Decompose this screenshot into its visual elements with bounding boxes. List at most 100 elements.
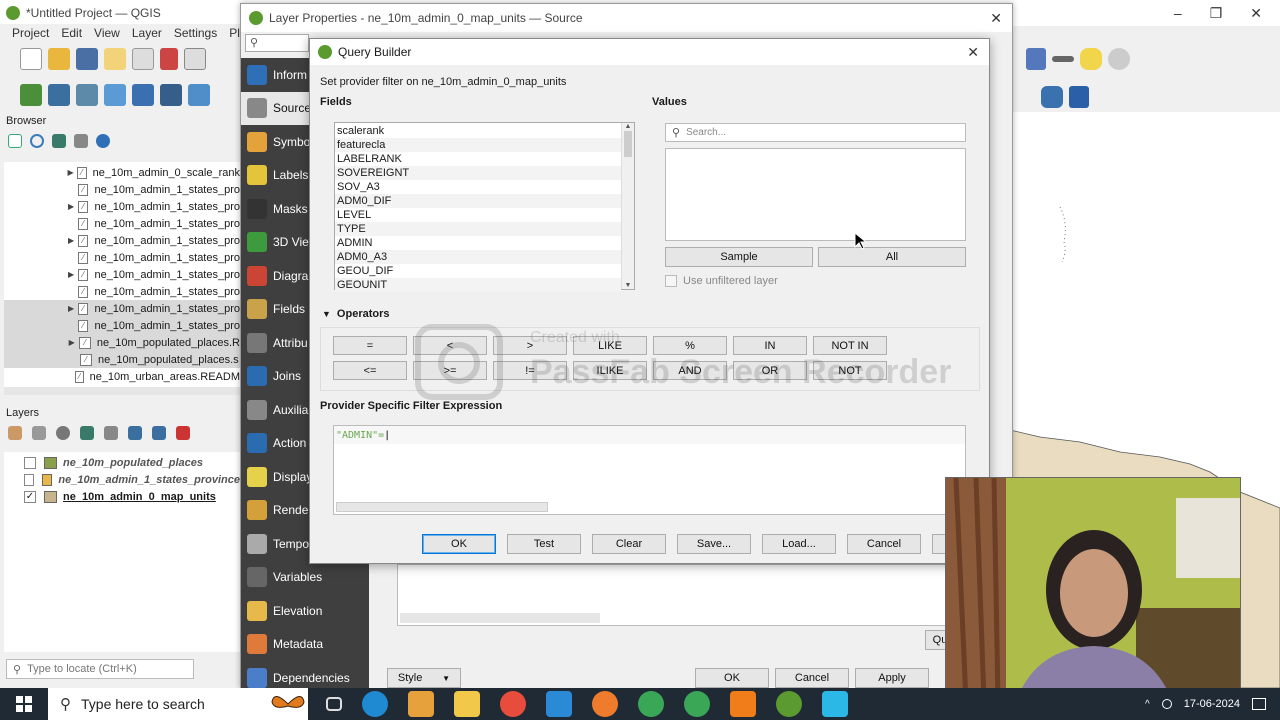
vscode-icon[interactable] <box>546 691 572 717</box>
expression-editor[interactable]: "ADMIN"=| <box>333 425 966 515</box>
locate-bar[interactable]: ⚲ Type to locate (Ctrl+K) <box>6 659 194 679</box>
field-item[interactable]: LABELRANK <box>335 152 621 166</box>
field-item[interactable]: GEOU_DIF <box>335 264 621 278</box>
clock-date[interactable]: 17-06-2024 <box>1184 698 1240 710</box>
open-project-icon[interactable] <box>48 48 70 70</box>
collapse-all-icon[interactable] <box>74 134 88 148</box>
values-list[interactable] <box>665 148 966 241</box>
minimize-icon[interactable]: – <box>1174 5 1182 21</box>
chrome-icon[interactable] <box>500 691 526 717</box>
operator-button[interactable]: NOT IN <box>813 336 887 355</box>
operator-button[interactable]: = <box>333 336 407 355</box>
test-button[interactable]: Test <box>507 534 581 554</box>
save-button[interactable]: Save... <box>677 534 751 554</box>
field-item[interactable]: TYPE <box>335 222 621 236</box>
field-item[interactable]: SOVEREIGNT <box>335 166 621 180</box>
operator-button[interactable]: LIKE <box>573 336 647 355</box>
firefox-icon[interactable] <box>592 691 618 717</box>
collapse-layers-icon[interactable] <box>152 426 166 440</box>
cancel-button[interactable]: Cancel <box>847 534 921 554</box>
recorder-taskbar-icon[interactable] <box>822 691 848 717</box>
python-icon[interactable] <box>1041 86 1063 108</box>
xampp-icon[interactable] <box>730 691 756 717</box>
layer-visibility-checkbox[interactable] <box>24 473 34 486</box>
expand-arrow-icon[interactable]: ▶ <box>66 338 77 347</box>
browser-item[interactable]: ▶ ⁄ ne_10m_admin_1_states_pro <box>4 232 240 249</box>
menu-layer[interactable]: Layer <box>132 26 162 40</box>
layer-visibility-checkbox[interactable]: ✓ <box>24 490 36 503</box>
annotation-icon[interactable] <box>1080 48 1102 70</box>
browser-item[interactable]: ▶ ⁄ ne_10m_populated_places.R <box>4 334 240 351</box>
operator-button[interactable]: > <box>493 336 567 355</box>
add-delimited-icon[interactable] <box>76 84 98 106</box>
sidebar-item[interactable]: Metadata <box>241 628 369 662</box>
add-raster-icon[interactable] <box>160 84 182 106</box>
operator-button[interactable]: ILIKE <box>573 361 647 380</box>
browser-scrollbar[interactable] <box>4 387 240 395</box>
network-icon[interactable] <box>1161 699 1172 709</box>
operator-button[interactable]: <= <box>333 361 407 380</box>
sidebar-item[interactable]: Variables <box>241 561 369 595</box>
info-icon[interactable] <box>96 134 110 148</box>
fields-list[interactable]: scalerank featurecla LABELRANK SOVEREIGNT SO… <box>334 122 635 292</box>
menu-view[interactable]: View <box>94 26 120 40</box>
chrome-profile2-icon[interactable] <box>684 691 710 717</box>
field-item[interactable]: ADM0_DIF <box>335 194 621 208</box>
field-item[interactable]: ADMIN <box>335 236 621 250</box>
digitize-icon[interactable] <box>104 84 126 106</box>
maximize-icon[interactable]: ❐ <box>1210 5 1223 22</box>
operator-button[interactable]: OR <box>733 361 807 380</box>
browser-item[interactable]: ⁄ ne_10m_admin_1_states_pro <box>4 215 240 232</box>
pan-icon[interactable] <box>184 48 206 70</box>
identify-icon[interactable] <box>1108 48 1130 70</box>
style-icon[interactable] <box>8 426 22 440</box>
browser-item[interactable]: ⁄ ne_10m_admin_1_states_pro <box>4 317 240 334</box>
add-group-icon[interactable] <box>32 426 46 440</box>
start-button[interactable] <box>0 696 48 712</box>
expand-arrow-icon[interactable]: ▶ <box>66 236 76 245</box>
browser-item[interactable]: ⁄ ne_10m_populated_places.s <box>4 351 240 368</box>
new-print-layout-icon[interactable] <box>104 48 126 70</box>
store-icon[interactable] <box>408 691 434 717</box>
visibility-icon[interactable] <box>56 426 70 440</box>
browser-item[interactable]: ⁄ ne_10m_admin_1_states_pro <box>4 181 240 198</box>
sidebar-search[interactable]: ⚲ <box>245 34 309 52</box>
qgis-taskbar-icon[interactable] <box>776 691 802 717</box>
layout-manager-icon[interactable] <box>132 48 154 70</box>
add-selected-icon[interactable] <box>8 134 22 148</box>
layer-item[interactable]: ne_10m_populated_places <box>4 454 240 471</box>
scroll-thumb[interactable] <box>624 131 632 157</box>
operator-button[interactable]: IN <box>733 336 807 355</box>
help-icon[interactable] <box>1069 86 1089 108</box>
layer-item[interactable]: ne_10m_admin_1_states_province <box>4 471 240 488</box>
sidebar-item[interactable]: Elevation <box>241 594 369 628</box>
use-unfiltered-option[interactable]: Use unfiltered layer <box>665 275 778 287</box>
expression-text[interactable]: "ADMIN"=| <box>334 426 965 444</box>
field-item[interactable]: GEOUNIT <box>335 278 621 292</box>
add-layer-icon[interactable] <box>20 84 42 106</box>
new-project-icon[interactable] <box>20 48 42 70</box>
operator-button[interactable]: AND <box>653 361 727 380</box>
browser-item[interactable]: ▶ ⁄ ne_10m_admin_1_states_pro <box>4 300 240 317</box>
scroll-up-icon[interactable]: ▲ <box>622 123 634 130</box>
close-icon[interactable]: ✕ <box>1250 5 1262 22</box>
expand-arrow-icon[interactable]: ▶ <box>66 304 76 313</box>
field-item[interactable]: featurecla <box>335 138 621 152</box>
field-item[interactable]: ADM0_A3 <box>335 250 621 264</box>
chrome-profile-icon[interactable] <box>638 691 664 717</box>
layer-visibility-checkbox[interactable] <box>24 456 36 469</box>
browser-item[interactable]: ▶ ⁄ ne_10m_admin_1_states_pro <box>4 266 240 283</box>
layer-filter-icon[interactable] <box>80 426 94 440</box>
browser-item[interactable]: ⁄ ne_10m_admin_1_states_pro <box>4 249 240 266</box>
file-explorer-icon[interactable] <box>454 691 480 717</box>
all-button[interactable]: All <box>818 247 966 267</box>
lp-ok-button[interactable]: OK <box>695 668 769 688</box>
expand-arrow-icon[interactable]: ▶ <box>66 270 76 279</box>
field-item[interactable]: SOV_A3 <box>335 180 621 194</box>
browser-item[interactable]: ⁄ ne_10m_admin_1_states_pro <box>4 283 240 300</box>
attribute-table-icon[interactable] <box>1026 48 1046 70</box>
source-scrollbar[interactable] <box>400 613 600 623</box>
menu-edit[interactable]: Edit <box>61 26 82 40</box>
field-item[interactable]: LEVEL <box>335 208 621 222</box>
menu-settings[interactable]: Settings <box>174 26 217 40</box>
